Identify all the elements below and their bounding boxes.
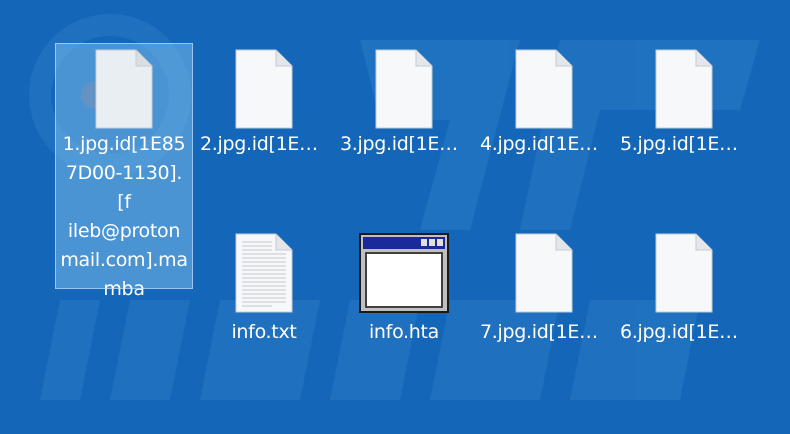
file-item-5[interactable]: 5.jpg.id[1E8… — [616, 44, 752, 159]
text-document-icon — [235, 233, 293, 313]
file-item-6-label: 6.jpg.id[1E8… — [620, 321, 750, 343]
file-item-info-hta[interactable]: info.hta — [336, 230, 472, 347]
blank-document-icon — [655, 233, 713, 313]
file-item-info-txt-label: info.txt — [231, 321, 297, 343]
blank-document-icon — [655, 49, 713, 129]
file-item-info-hta-label: info.hta — [368, 321, 440, 343]
file-item-4-label: 4.jpg.id[1E8… — [480, 133, 610, 155]
file-item-2[interactable]: 2.jpg.id[1E8… — [196, 44, 332, 159]
blank-document-icon — [95, 49, 153, 129]
file-item-1-label-line-5: mba — [103, 278, 145, 300]
file-item-1-label-line-4: mail.com].ma — [60, 249, 188, 271]
application-window-icon — [359, 233, 449, 313]
file-item-3-label: 3.jpg.id[1E8… — [340, 133, 470, 155]
file-item-1-label-line-1: 1.jpg.id[1E85 — [62, 133, 186, 155]
file-item-4[interactable]: 4.jpg.id[1E8… — [476, 44, 612, 159]
blank-document-icon — [375, 49, 433, 129]
blank-document-icon — [515, 233, 573, 313]
file-item-7[interactable]: 7.jpg.id[1E8… — [476, 230, 612, 347]
file-item-5-label: 5.jpg.id[1E8… — [620, 133, 750, 155]
blank-document-icon — [235, 49, 293, 129]
file-item-1[interactable]: 1.jpg.id[1E85 7D00-1130].[f ileb@proton … — [55, 43, 193, 300]
file-item-1-label-line-2: 7D00-1130].[f — [65, 162, 183, 213]
file-item-3[interactable]: 3.jpg.id[1E8… — [336, 44, 472, 159]
file-item-6[interactable]: 6.jpg.id[1E8… — [616, 230, 752, 347]
file-item-1-label-line-3: ileb@proton — [67, 220, 181, 242]
file-item-info-txt[interactable]: info.txt — [196, 230, 332, 347]
file-item-7-label: 7.jpg.id[1E8… — [480, 321, 610, 343]
file-item-2-label: 2.jpg.id[1E8… — [200, 133, 330, 155]
blank-document-icon — [515, 49, 573, 129]
